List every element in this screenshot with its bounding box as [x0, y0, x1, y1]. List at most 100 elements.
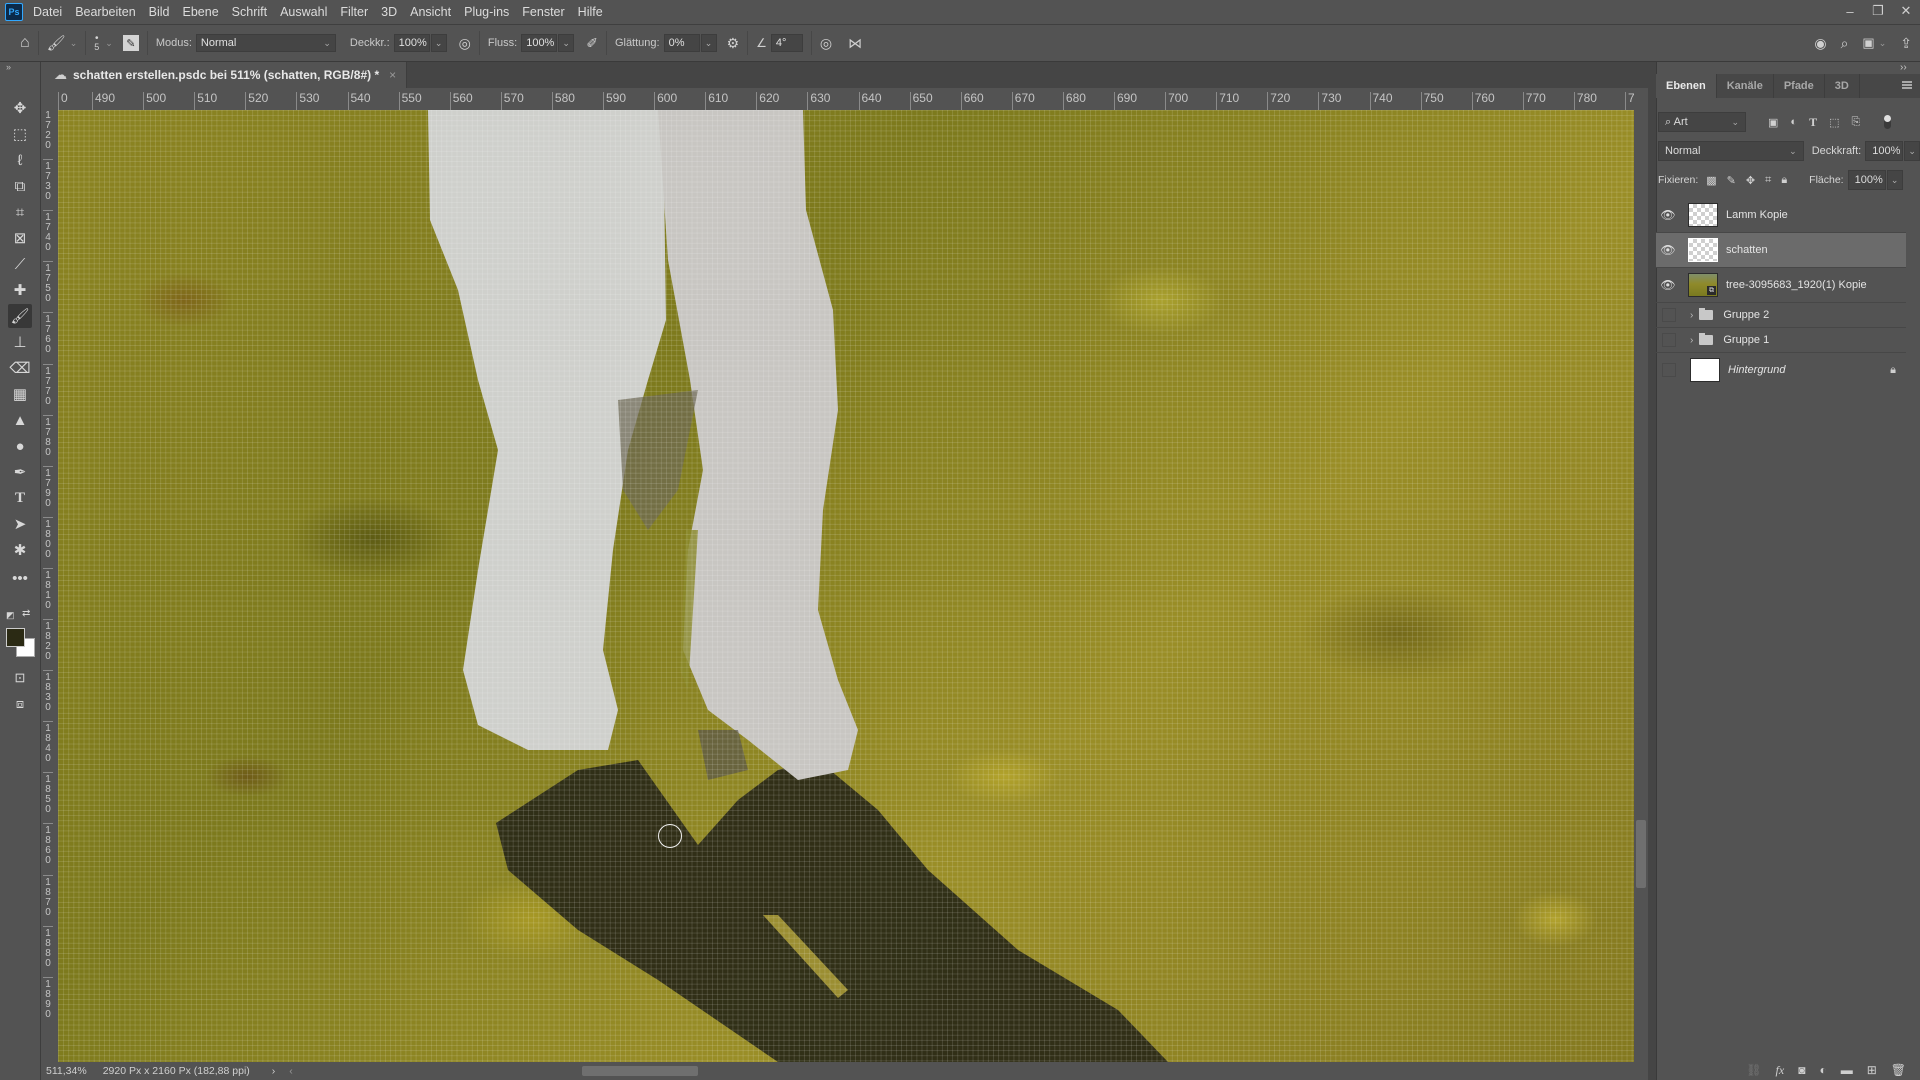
dodge-tool-icon[interactable]: ●	[8, 434, 32, 458]
gradient-tool-icon[interactable]: ▦	[8, 382, 32, 406]
smoothing-dropdown[interactable]: ⌄	[700, 34, 717, 52]
visibility-eye-icon[interactable]: 👁︎	[1656, 278, 1680, 292]
menu-ebene[interactable]: Ebene	[183, 5, 219, 19]
filter-pixel-icon[interactable]: ▣	[1768, 116, 1778, 129]
lock-artboard-icon[interactable]: ⌗	[1765, 174, 1771, 187]
more-tools-icon[interactable]: •••	[8, 566, 32, 590]
status-menu-arrow[interactable]: ›	[272, 1065, 276, 1077]
chevron-down-icon[interactable]: ⌄	[70, 38, 78, 49]
pen-tool-icon[interactable]: ✒	[8, 460, 32, 484]
new-group-icon[interactable]: ▬	[1841, 1063, 1853, 1077]
flow-dropdown[interactable]: ⌄	[558, 34, 575, 52]
filter-shape-icon[interactable]: ⬚	[1829, 116, 1839, 129]
healing-brush-tool-icon[interactable]: ✚	[8, 278, 32, 302]
restore-button[interactable]: ❐	[1864, 0, 1892, 22]
fx-icon[interactable]: fx	[1776, 1063, 1785, 1078]
ruler-origin[interactable]	[41, 88, 58, 110]
symmetry-butterfly-icon[interactable]: ⋈	[848, 35, 862, 52]
path-selection-tool-icon[interactable]: ➤	[8, 512, 32, 536]
clone-stamp-tool-icon[interactable]: ⊥	[8, 330, 32, 354]
fill-input[interactable]: 100%	[1847, 170, 1886, 190]
chevron-right-icon[interactable]: ›	[1690, 310, 1693, 321]
eraser-tool-icon[interactable]: ⌫	[8, 356, 32, 380]
document-tab[interactable]: ☁ schatten erstellen.psdc bei 511% (scha…	[48, 62, 408, 88]
horizontal-scroll-thumb[interactable]	[582, 1066, 698, 1076]
chevron-down-icon[interactable]: ⌄	[1879, 38, 1887, 49]
menu-3d[interactable]: 3D	[381, 5, 397, 19]
brush-settings-panel-icon[interactable]: ✎	[122, 35, 139, 51]
menu-ansicht[interactable]: Ansicht	[410, 5, 451, 19]
brush-tool-preset-icon[interactable]: 🖌︎	[47, 34, 66, 52]
horizontal-scrollbar[interactable]	[58, 1062, 1634, 1080]
visibility-toggle-empty[interactable]	[1662, 333, 1676, 347]
layer-kind-filter[interactable]: ⌕ Art ⌄	[1658, 112, 1746, 132]
blur-tool-icon[interactable]: ▲	[8, 408, 32, 432]
pressure-size-icon[interactable]: ◎	[820, 35, 832, 52]
lasso-tool-icon[interactable]: ℓ	[8, 148, 32, 172]
delete-layer-icon[interactable]: 🗑︎	[1891, 1063, 1906, 1077]
tab-3d[interactable]: 3D	[1825, 74, 1860, 98]
move-tool-icon[interactable]: ✥	[8, 96, 32, 120]
eyedropper-tool-icon[interactable]: ⟋	[8, 252, 32, 276]
minimize-button[interactable]: –	[1836, 0, 1864, 22]
close-tab-icon[interactable]: ×	[389, 68, 396, 82]
marquee-tool-icon[interactable]: ⬚	[8, 122, 32, 146]
expand-toolbar-icon[interactable]: »	[6, 62, 11, 72]
menu-hilfe[interactable]: Hilfe	[578, 5, 603, 19]
screen-mode-icon[interactable]: ⧈	[8, 692, 32, 716]
filter-type-icon[interactable]: T	[1809, 115, 1817, 130]
menu-filter[interactable]: Filter	[340, 5, 368, 19]
vertical-scrollbar[interactable]	[1634, 88, 1648, 1062]
scroll-left-icon[interactable]: ‹	[289, 1065, 293, 1077]
adjustment-layer-icon[interactable]: ◐	[1819, 1063, 1826, 1077]
visibility-eye-icon[interactable]: 👁︎	[1656, 208, 1680, 222]
layer-row-selected[interactable]: 👁︎ schatten	[1656, 233, 1906, 268]
mode-select[interactable]: Normal ⌄	[195, 34, 336, 52]
brush-size-picker[interactable]: • 5	[94, 34, 99, 52]
layer-group-row[interactable]: › Gruppe 1	[1656, 328, 1906, 353]
lock-image-pixels-icon[interactable]: ✎	[1727, 174, 1736, 187]
zoom-level[interactable]: 511,34%	[46, 1065, 87, 1077]
tab-kanaele[interactable]: Kanäle	[1717, 74, 1774, 98]
link-layers-icon[interactable]: ⛓	[1746, 1063, 1761, 1077]
frame-tool-icon[interactable]: ⊠	[8, 226, 32, 250]
horizontal-ruler[interactable]: 0 490 500 510 520 530 540 550 560 570 580 590 600 610…	[58, 88, 1634, 111]
airbrush-icon[interactable]: ✐	[586, 35, 598, 52]
brush-tool-icon[interactable]: 🖌︎	[8, 304, 32, 328]
opacity-dropdown[interactable]: ⌄	[430, 34, 447, 52]
swap-colors-icon[interactable]: ⇄	[22, 608, 30, 619]
layer-opacity-input[interactable]: 100%	[1865, 141, 1904, 161]
layer-row[interactable]: 👁︎ ⧉ tree-3095683_1920(1) Kopie	[1656, 268, 1906, 303]
share-icon[interactable]: ⇪	[1900, 35, 1912, 52]
chevron-right-icon[interactable]: ›	[1690, 335, 1693, 346]
object-selection-tool-icon[interactable]: ⧉	[8, 174, 32, 198]
add-mask-icon[interactable]: ◙	[1798, 1063, 1805, 1077]
filter-smart-object-icon[interactable]: ⎘	[1851, 116, 1860, 129]
smoothing-input[interactable]: 0%	[663, 34, 700, 52]
foreground-color-swatch[interactable]	[6, 628, 25, 647]
fill-dropdown[interactable]: ⌄	[1886, 170, 1903, 190]
custom-shape-tool-icon[interactable]: ✱	[8, 538, 32, 562]
angle-input[interactable]: 4°	[770, 34, 803, 52]
flow-input[interactable]: 100%	[521, 34, 558, 52]
lock-all-icon[interactable]: 🔒︎	[1781, 174, 1787, 187]
filter-toggle[interactable]	[1884, 115, 1892, 129]
menu-schrift[interactable]: Schrift	[232, 5, 267, 19]
layer-row[interactable]: 👁︎ Lamm Kopie	[1656, 198, 1906, 233]
menu-plugins[interactable]: Plug-ins	[464, 5, 509, 19]
layer-group-row[interactable]: › Gruppe 2	[1656, 303, 1906, 328]
visibility-toggle-empty[interactable]	[1662, 363, 1676, 377]
tab-pfade[interactable]: Pfade	[1774, 74, 1825, 98]
close-window-button[interactable]: ✕	[1892, 0, 1920, 22]
new-layer-icon[interactable]: ⊞	[1867, 1063, 1877, 1077]
home-icon[interactable]: ⌂	[20, 34, 30, 52]
opacity-input[interactable]: 100%	[393, 34, 430, 52]
panel-menu-icon[interactable]	[1902, 81, 1912, 89]
tab-ebenen[interactable]: Ebenen	[1656, 74, 1717, 98]
account-icon[interactable]: ◉	[1814, 35, 1826, 52]
default-colors-icon[interactable]: ◩	[6, 610, 15, 621]
type-tool-icon[interactable]: T	[8, 486, 32, 510]
menu-auswahl[interactable]: Auswahl	[280, 5, 327, 19]
menu-bild[interactable]: Bild	[149, 5, 170, 19]
visibility-eye-icon[interactable]: 👁︎	[1656, 243, 1680, 257]
